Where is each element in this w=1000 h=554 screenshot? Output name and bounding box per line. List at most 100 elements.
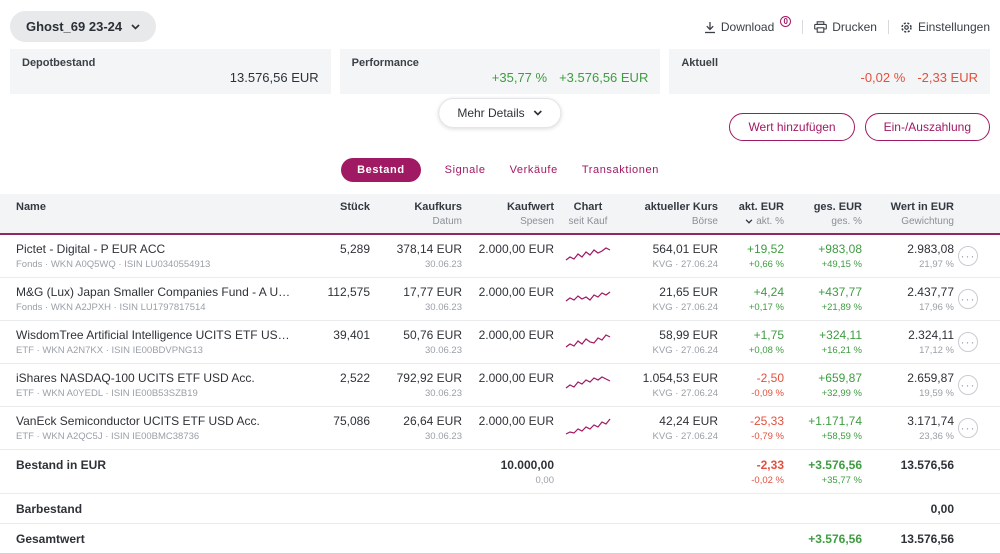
wert-hinzufuegen-button[interactable]: Wert hinzufügen [729,113,855,141]
row-menu-button[interactable]: ··· [958,246,978,266]
table-row: M&G (Lux) Japan Smaller Companies Fund -… [0,278,1000,321]
chevron-down-icon [131,23,140,30]
ein-auszahlung-button[interactable]: Ein-/Auszahlung [864,113,990,141]
summary-label: Barbestand [16,502,83,516]
tab-verkaeufe[interactable]: Verkäufe [510,164,558,176]
kaufwert-value: 2.000,00 EUR [478,285,554,299]
positions-table: Name Stück Kaufkurs Datum Kaufwert Spese… [0,194,1000,554]
position-name[interactable]: iShares NASDAQ-100 UCITS ETF USD Acc. [16,371,296,385]
download-badge: 0 [780,15,792,27]
kaufkurs-value: 378,14 EUR [396,242,462,256]
summary-wert: 13.576,56 [900,532,954,546]
summary-wert: 0,00 [930,502,954,516]
kurs-value: 58,99 EUR [659,328,718,342]
mehr-details-label: Mehr Details [457,106,525,120]
position-details: ETF · WKN A0YEDL · ISIN IE00B53SZB19 [16,388,198,399]
download-button[interactable]: Download 0 [704,15,792,34]
gewichtung-value: 19,59 % [919,388,954,399]
row-menu-button[interactable]: ··· [958,375,978,395]
wert-value: 2.983,08 [907,242,954,256]
summary-ges-eur: +3.576,56 [808,532,862,546]
tab-bar: Bestand Signale Verkäufe Transaktionen [0,158,1000,182]
print-label: Drucken [832,19,877,34]
chevron-down-icon [534,110,543,116]
akt-pct-value: +0,17 % [748,302,784,313]
top-bar: Ghost_69 23-24 Download 0 Drucken Einste… [0,0,1000,48]
col-wert-in-eur: Wert in EUR Gewichtung [890,201,954,227]
table-row: iShares NASDAQ-100 UCITS ETF USD Acc. ET… [0,364,1000,407]
position-name[interactable]: WisdomTree Artificial Intelligence UCITS… [16,328,296,342]
kauf-datum: 30.06.23 [425,345,462,356]
wert-value: 2.324,11 [908,328,954,342]
table-row: Pictet - Digital - P EUR ACC Fonds · WKN… [0,235,1000,278]
mehr-details-button[interactable]: Mehr Details [438,98,562,128]
col-ges-eur: ges. EUR ges. % [813,201,862,227]
ges-eur-value: +1.171,74 [808,414,862,428]
performance-percent: +35,77 % [491,70,548,85]
kurs-value: 42,24 EUR [659,414,718,428]
ges-pct-value: +16,21 % [821,345,862,356]
col-chart: Chart seit Kauf [568,201,608,227]
position-name[interactable]: M&G (Lux) Japan Smaller Companies Fund -… [16,285,296,299]
card-depotbestand: Depotbestand 13.576,56 EUR [10,49,331,94]
summary-row-bestand: Bestand in EUR 10.000,00 0,00 -2,33 -0,02 … [0,450,1000,494]
position-details: ETF · WKN A2N7KX · ISIN IE00BDVPNG13 [16,345,203,356]
stueck-value: 112,575 [327,285,371,299]
kaufkurs-value: 26,64 EUR [403,414,462,428]
download-label: Download [720,19,775,34]
col-akt-eur[interactable]: akt. EUR akt. % [722,201,784,227]
summary-row-gesamtwert: Gesamtwert +3.576,56 13.576,56 [0,524,1000,553]
akt-eur-value: -2,50 [756,371,784,385]
akt-pct-value: +0,08 % [748,345,784,356]
akt-eur-value: +19,52 [746,242,784,256]
boerse-info: KVG · 27.06.24 [652,388,718,399]
printer-icon [814,20,828,33]
stueck-value: 39,401 [333,328,370,342]
row-menu-button[interactable]: ··· [958,332,978,352]
summary-cards: Depotbestand 13.576,56 EUR Performance +… [10,49,991,94]
portfolio-selector[interactable]: Ghost_69 23-24 [10,11,157,42]
row-menu-button[interactable]: ··· [958,418,978,438]
position-name[interactable]: Pictet - Digital - P EUR ACC [16,242,296,256]
summary-label: Bestand in EUR [16,458,107,472]
table-row: VanEck Semiconductor UCITS ETF USD Acc. … [0,407,1000,450]
col-kaufwert: Kaufwert Spesen [506,201,554,227]
wert-value: 2.659,87 [907,371,954,385]
tab-bestand[interactable]: Bestand [341,158,421,182]
stueck-value: 5,289 [339,242,370,256]
col-aktueller-kurs: aktueller Kurs Börse [644,201,718,227]
kauf-datum: 30.06.23 [425,302,462,313]
kaufwert-value: 2.000,00 EUR [478,371,554,385]
position-name[interactable]: VanEck Semiconductor UCITS ETF USD Acc. [16,414,296,428]
divider [887,19,889,34]
settings-button[interactable]: Einstellungen [900,20,990,34]
ges-pct-value: +21,89 % [821,302,862,313]
row-menu-button[interactable]: ··· [958,289,978,309]
kaufkurs-value: 792,92 EUR [396,371,462,385]
ges-eur-value: +983,08 [818,242,862,256]
sort-chevron-icon[interactable] [745,219,753,224]
card-label: Depotbestand [22,57,96,69]
boerse-info: KVG · 27.06.24 [652,431,718,442]
card-label: Aktuell [681,57,719,69]
akt-pct-value: -0,09 % [751,388,784,399]
table-row: WisdomTree Artificial Intelligence UCITS… [0,321,1000,364]
ges-pct-value: +58,59 % [821,431,862,442]
wert-value: 2.437,77 [907,285,954,299]
col-name: Name [16,201,46,213]
tab-transaktionen[interactable]: Transaktionen [582,164,659,176]
tab-signale[interactable]: Signale [445,164,486,176]
summary-akt-eur: -2,33 [756,458,784,472]
card-label: Performance [351,57,419,69]
position-details: ETF · WKN A2QC5J · ISIN IE00BMC38736 [16,431,200,442]
print-button[interactable]: Drucken [814,20,877,34]
ges-pct-value: +49,15 % [821,259,862,270]
kurs-value: 1.054,53 EUR [642,371,718,385]
gewichtung-value: 23,36 % [919,431,954,442]
position-details: Fonds · WKN A0Q5WQ · ISIN LU0340554913 [16,259,211,270]
summary-row-barbestand: Barbestand 0,00 [0,494,1000,524]
boerse-info: KVG · 27.06.24 [652,345,718,356]
gewichtung-value: 17,96 % [919,302,954,313]
gewichtung-value: 21,97 % [919,259,954,270]
boerse-info: KVG · 27.06.24 [652,259,718,270]
